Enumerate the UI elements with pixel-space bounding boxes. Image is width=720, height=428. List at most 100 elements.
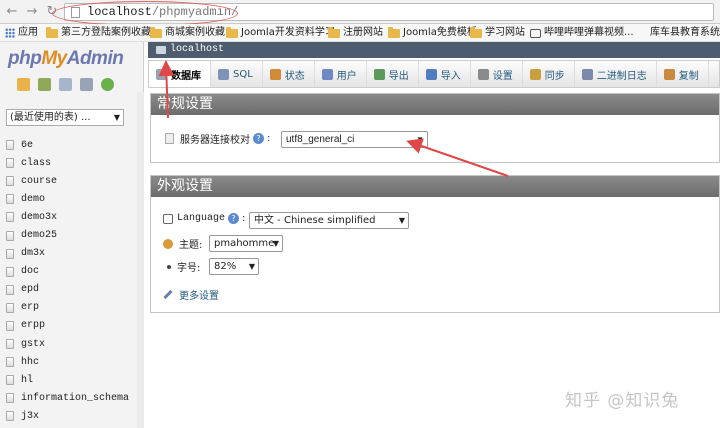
back-icon[interactable]: ← — [4, 4, 20, 20]
wrench-icon — [477, 68, 489, 80]
database-name: erpp — [21, 320, 46, 332]
database-item[interactable]: information_schema — [0, 389, 144, 407]
database-icon — [6, 140, 14, 151]
database-item[interactable]: demo3x — [0, 208, 144, 226]
folder-icon — [328, 26, 340, 38]
database-name: course — [21, 175, 58, 187]
colon: : — [242, 213, 246, 224]
tab-wrench[interactable]: 设置 — [471, 61, 523, 87]
sidebar-toolbar — [17, 78, 114, 91]
tab-users[interactable]: 用户 — [315, 61, 367, 87]
language-label: Language — [177, 213, 226, 224]
apps-grid-icon — [5, 28, 15, 38]
collation-select[interactable]: utf8_general_ci ▼ — [281, 131, 428, 148]
database-item[interactable]: hhc — [0, 353, 144, 371]
database-icon — [6, 302, 14, 313]
database-name: hl — [21, 374, 34, 386]
database-item[interactable]: gstx — [0, 335, 144, 353]
bookmark-bilibili[interactable]: 哔哩哔哩弹幕视频... — [530, 26, 634, 40]
database-list: 6e class course demo demo3x demo25 dm3x doc epd e… — [0, 136, 144, 426]
database-item[interactable]: demo25 — [0, 226, 144, 244]
database-item[interactable]: erpp — [0, 317, 144, 335]
database-icon — [6, 212, 14, 223]
database-icon — [6, 194, 14, 205]
database-name: erp — [21, 302, 40, 314]
folder-icon — [470, 26, 482, 38]
tab-database[interactable]: 数据库 — [149, 61, 211, 87]
database-item[interactable]: class — [0, 154, 144, 172]
sidebar-scrollbar[interactable] — [137, 92, 144, 428]
recent-tables-select[interactable]: (最近使用的表) ... ▼ — [6, 109, 124, 126]
database-icon — [6, 248, 14, 259]
refresh-icon[interactable] — [101, 78, 114, 91]
home-icon[interactable] — [17, 78, 30, 91]
database-icon — [156, 68, 167, 80]
database-item[interactable]: erp — [0, 299, 144, 317]
settings-icon[interactable] — [80, 78, 93, 91]
database-icon — [6, 176, 14, 187]
database-item[interactable]: doc — [0, 263, 144, 281]
tab-import[interactable]: 导入 — [419, 61, 471, 87]
database-item[interactable]: 6e — [0, 136, 144, 154]
more-settings-link[interactable]: 更多设置 — [163, 287, 219, 302]
help-icon[interactable]: ? — [228, 213, 240, 224]
docs-icon[interactable] — [59, 78, 72, 91]
sync-icon — [529, 68, 541, 80]
database-name: doc — [21, 266, 40, 278]
database-name: demo — [21, 193, 46, 205]
fontsize-select[interactable]: 82% ▼ — [209, 258, 259, 275]
bullet-icon — [167, 264, 171, 269]
database-item[interactable]: hl — [0, 371, 144, 389]
database-item[interactable]: course — [0, 172, 144, 190]
database-icon — [6, 284, 14, 295]
bookmark-folder[interactable]: Joomla开发资料学习 — [226, 26, 335, 40]
database-item[interactable]: demo — [0, 190, 144, 208]
database-name: hhc — [21, 356, 40, 368]
colon: : — [267, 133, 271, 144]
database-item[interactable]: dm3x — [0, 245, 144, 263]
bookmark-item[interactable]: 库车县教育系统学 — [650, 26, 720, 40]
tab-status[interactable]: 状态 — [263, 61, 315, 87]
bookmark-apps[interactable]: 应用 — [5, 26, 38, 40]
breadcrumb-server[interactable]: localhost — [170, 42, 224, 58]
wrench-icon — [163, 289, 173, 300]
bookmark-folder[interactable]: Joomla免费模板 — [388, 26, 477, 40]
users-icon — [321, 68, 333, 80]
bookmark-folder[interactable]: 第三方登陆案例收藏 — [46, 26, 151, 40]
database-item[interactable]: epd — [0, 281, 144, 299]
tab-binlog[interactable]: 二进制日志 — [575, 61, 657, 87]
help-icon[interactable]: ? — [253, 133, 264, 144]
bookmark-folder[interactable]: 学习网站 — [470, 26, 525, 40]
language-icon — [163, 213, 173, 224]
phpmyadmin-logo[interactable]: phpMyAdmin — [8, 48, 124, 70]
fontsize-row: 字号: — [163, 259, 200, 274]
tab-label: 导入 — [440, 70, 461, 82]
tab-sql[interactable]: SQL — [211, 61, 263, 87]
tab-replication[interactable]: 复制 — [657, 61, 709, 87]
database-name: demo3x — [21, 211, 58, 223]
tab-sync[interactable]: 同步 — [523, 61, 575, 87]
theme-select[interactable]: pmahomme ▼ — [209, 235, 283, 252]
appearance-settings-title: 外观设置 — [151, 176, 719, 197]
database-icon — [6, 230, 14, 241]
logout-icon[interactable] — [38, 78, 51, 91]
tab-export[interactable]: 导出 — [367, 61, 419, 87]
fontsize-label: 字号: — [177, 263, 201, 274]
bookmark-folder[interactable]: 注册网站 — [328, 26, 383, 40]
database-name: 6e — [21, 139, 34, 151]
bookmark-folder[interactable]: 商城案例收藏 — [150, 26, 225, 40]
collation-row: 服务器连接校对 ?: — [165, 131, 270, 146]
main-content: localhost 数据库 SQL 状态 用户 导出 导入 设置 同步 二进制日志 复制 常规设置… — [145, 42, 720, 428]
theme-row: 主题: — [163, 236, 202, 251]
database-icon — [6, 158, 14, 169]
tab-label: 二进制日志 — [596, 70, 647, 82]
database-name: dm3x — [21, 248, 46, 260]
dropdown-arrow-icon: ▼ — [398, 216, 405, 225]
database-item[interactable]: j3x — [0, 407, 144, 425]
language-select[interactable]: 中文 - Chinese simplified ▼ — [249, 212, 409, 229]
forward-icon[interactable]: → — [24, 4, 40, 20]
annotation-circle — [52, 1, 238, 26]
database-name: class — [21, 157, 52, 169]
palette-icon — [163, 238, 173, 249]
binlog-icon — [581, 68, 593, 80]
